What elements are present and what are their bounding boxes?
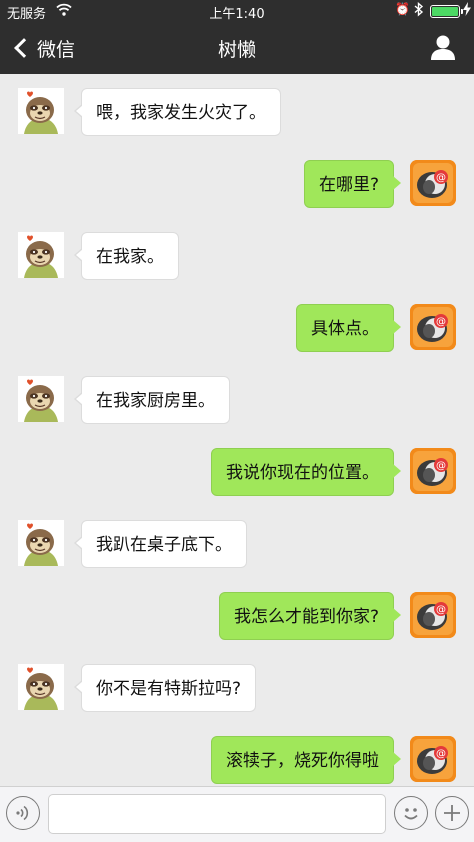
avatar[interactable] bbox=[18, 520, 64, 566]
avatar[interactable] bbox=[18, 664, 64, 710]
chat-area[interactable]: 喂，我家发生火灾了。 @ 在哪里? 在我家。 @ 具体点。 在我家厨房里。 @ … bbox=[0, 74, 474, 786]
app-avatar-icon: @ bbox=[410, 592, 456, 638]
emoji-button[interactable] bbox=[394, 796, 428, 830]
avatar[interactable]: @ bbox=[410, 448, 456, 494]
chat-title: 树懒 bbox=[217, 39, 256, 61]
alarm-icon: ⏰ bbox=[395, 2, 410, 16]
avatar[interactable]: @ bbox=[410, 592, 456, 638]
message-bubble[interactable]: 具体点。 bbox=[296, 304, 401, 352]
svg-text:@: @ bbox=[436, 461, 446, 472]
message-bubble[interactable]: 我趴在桌子底下。 bbox=[74, 520, 247, 568]
nav-bar: 微信 树懒 bbox=[0, 22, 474, 74]
svg-text:@: @ bbox=[436, 173, 446, 184]
message-bubble[interactable]: 喂，我家发生火灾了。 bbox=[74, 88, 281, 136]
avatar[interactable]: @ bbox=[410, 160, 456, 206]
more-button[interactable] bbox=[435, 796, 469, 830]
avatar[interactable] bbox=[18, 376, 64, 422]
profile-button[interactable] bbox=[430, 34, 456, 62]
svg-text:@: @ bbox=[436, 605, 446, 616]
emoji-icon bbox=[404, 808, 418, 820]
svg-text:@: @ bbox=[436, 317, 446, 328]
sloth-avatar-icon bbox=[18, 520, 64, 566]
status-bar: 无服务 上午1:40 ⏰ bbox=[0, 0, 474, 22]
avatar[interactable]: @ bbox=[410, 304, 456, 350]
message-bubble[interactable]: 在我家。 bbox=[74, 232, 179, 280]
sloth-avatar-icon bbox=[18, 376, 64, 422]
plus-icon bbox=[444, 805, 460, 821]
person-icon bbox=[431, 35, 455, 60]
message-bubble[interactable]: 滚犊子，烧死你得啦 bbox=[211, 736, 401, 784]
app-avatar-icon: @ bbox=[410, 736, 456, 782]
avatar[interactable] bbox=[18, 232, 64, 278]
input-bar bbox=[0, 786, 474, 842]
battery-icon bbox=[430, 5, 463, 18]
message-bubble[interactable]: 在哪里? bbox=[303, 160, 402, 208]
sloth-avatar-icon bbox=[18, 664, 64, 710]
app-avatar-icon: @ bbox=[410, 160, 456, 206]
avatar[interactable]: @ bbox=[410, 736, 456, 782]
message-bubble[interactable]: 我说你现在的位置。 bbox=[211, 448, 401, 496]
bluetooth-icon bbox=[414, 1, 424, 20]
sloth-avatar-icon bbox=[18, 232, 64, 278]
message-bubble[interactable]: 我怎么才能到你家? bbox=[218, 592, 402, 640]
app-avatar-icon: @ bbox=[410, 448, 456, 494]
svg-text:@: @ bbox=[436, 749, 446, 760]
message-bubble[interactable]: 在我家厨房里。 bbox=[74, 376, 230, 424]
charging-icon bbox=[463, 2, 471, 19]
message-input[interactable] bbox=[48, 794, 386, 834]
voice-button[interactable] bbox=[6, 796, 40, 830]
message-bubble[interactable]: 你不是有特斯拉吗? bbox=[73, 664, 257, 712]
sloth-avatar-icon bbox=[18, 88, 64, 134]
avatar[interactable] bbox=[18, 88, 64, 134]
app-avatar-icon: @ bbox=[410, 304, 456, 350]
voice-icon bbox=[16, 805, 29, 821]
